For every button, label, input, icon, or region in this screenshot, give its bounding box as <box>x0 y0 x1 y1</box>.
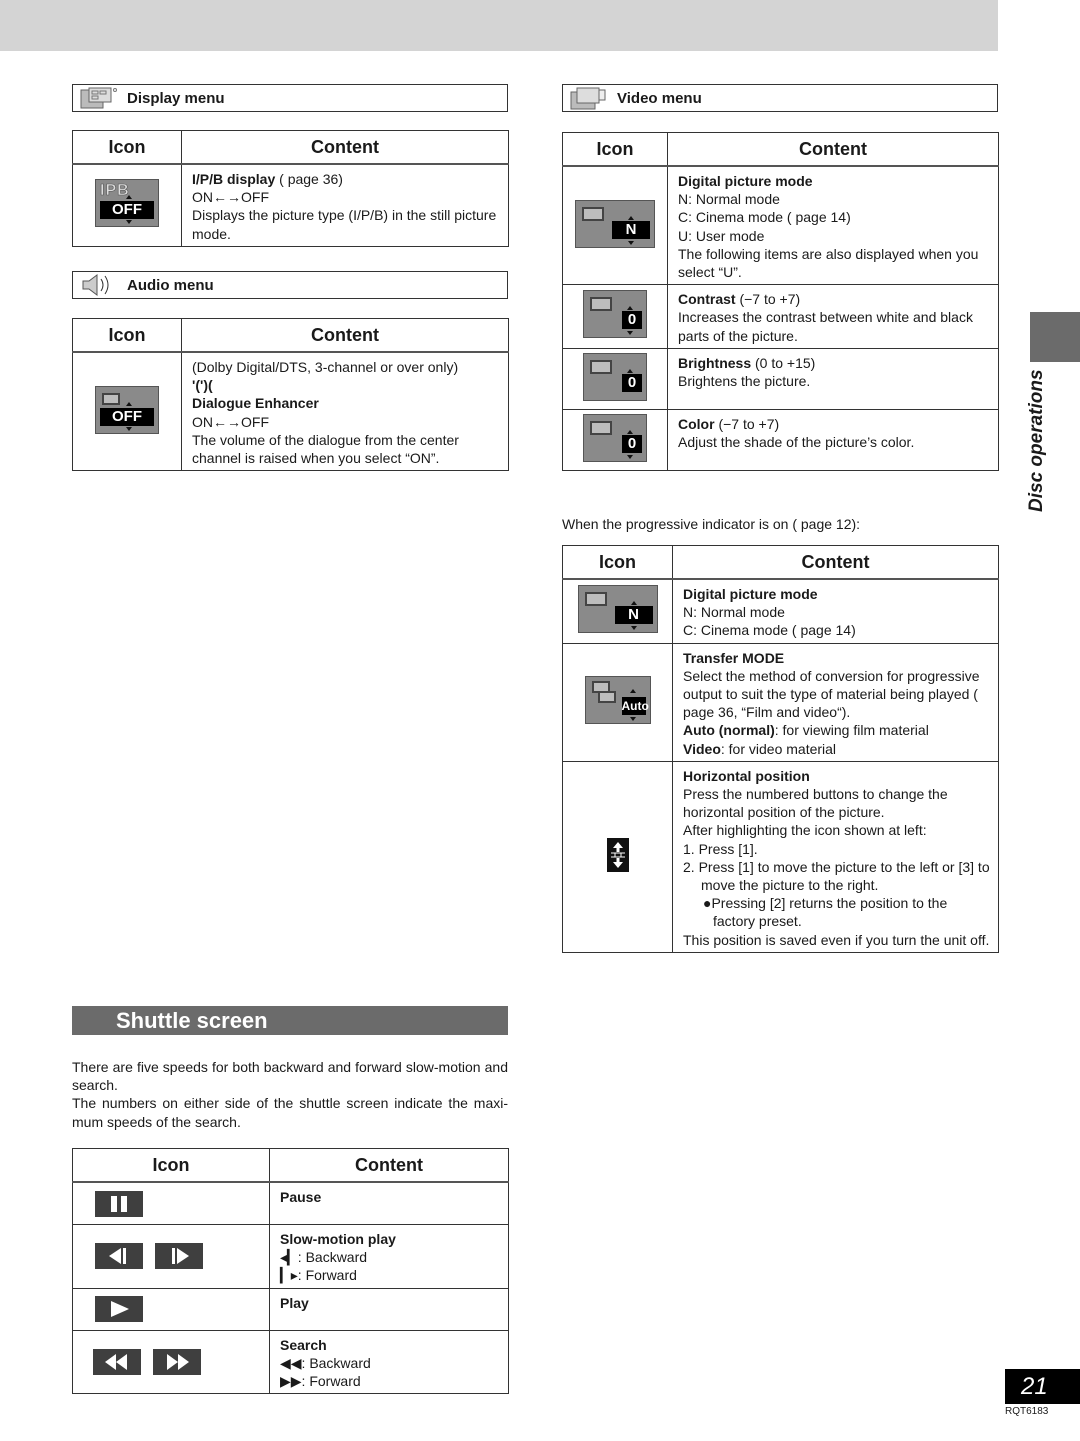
item-title: Pause <box>280 1189 322 1205</box>
table-row: OFF (Dolby Digital/DTS, 3-channel or ove… <box>72 351 509 472</box>
shuttle-table: Icon Content Pause Slow-motion play ◂▎: … <box>72 1148 509 1395</box>
audio-menu-title: Audio menu <box>127 276 214 294</box>
col-header-content: Content <box>181 318 509 353</box>
item-title: Play <box>280 1294 309 1311</box>
video-screens-icon <box>569 86 609 110</box>
col-header-content: Content <box>181 130 509 165</box>
item-title: Brightness <box>678 354 752 371</box>
fast-forward-icon <box>152 1348 201 1375</box>
table-row: Auto Transfer MODE Select the method of … <box>562 642 999 762</box>
display-menu-title: Display menu <box>127 89 225 107</box>
rewind-icon <box>93 1348 141 1375</box>
table-row: Slow-motion play ◂▎: Backward ▎▸: Forwar… <box>72 1224 509 1289</box>
table-row: IPB OFF I/P/B display ( page 36) ON←→OFF… <box>72 163 509 247</box>
shuttle-description: There are five speeds for both backward … <box>72 1059 508 1130</box>
top-header-bar <box>0 0 998 51</box>
color-osd-icon: 0 <box>583 413 647 462</box>
horizontal-position-icon <box>606 837 629 876</box>
slow-forward-icon <box>154 1243 203 1270</box>
table-row: 0 Brightness (0 to +15) Brightens the pi… <box>562 347 999 410</box>
brightness-osd-icon: 0 <box>583 352 647 401</box>
item-title: Digital picture mode <box>678 173 813 189</box>
col-header-icon: Icon <box>72 130 182 165</box>
item-title: Contrast <box>678 291 736 308</box>
item-title: Color <box>678 415 715 432</box>
video-menu-table: Icon Content N Digital picture mode N: N… <box>562 132 999 471</box>
video-menu-title: Video menu <box>617 89 702 107</box>
table-row: N Digital picture mode N: Normal mode C:… <box>562 165 999 286</box>
table-row: N Digital picture mode N: Normal mode C:… <box>562 578 999 644</box>
display-menu-heading: Display menu <box>72 84 508 112</box>
slow-backward-icon <box>95 1243 143 1270</box>
audio-menu-table: Icon Content OFF (Dolby Digital/DTS, 3-c… <box>72 318 509 472</box>
table-row: 0 Contrast (−7 to +7) Increases the cont… <box>562 284 999 349</box>
col-header-icon: Icon <box>562 545 673 580</box>
display-screens-icon <box>79 86 119 110</box>
table-row: 0 Color (−7 to +7) Adjust the shade of t… <box>562 408 999 471</box>
item-title: Slow-motion play <box>280 1231 396 1247</box>
display-menu-table: Icon Content IPB OFF I/P/B display ( pag… <box>72 130 509 247</box>
item-title: Search <box>280 1336 327 1353</box>
col-header-content: Content <box>667 132 999 167</box>
page-number: 21 <box>1005 1369 1080 1404</box>
table-row: Pause <box>72 1181 509 1225</box>
picture-mode-osd-icon: N <box>577 585 658 634</box>
item-title: I/P/B display <box>192 171 276 187</box>
col-header-icon: Icon <box>562 132 668 167</box>
table-row: Play <box>72 1287 509 1331</box>
item-title: Transfer MODE <box>683 649 785 666</box>
shuttle-screen-heading: Shuttle screen <box>72 1006 508 1035</box>
audio-menu-heading: Audio menu <box>72 271 508 299</box>
video-menu-heading: Video menu <box>562 84 998 112</box>
picture-mode-osd-icon: N <box>575 199 655 248</box>
section-tab-marker <box>1030 312 1080 362</box>
item-title: Horizontal position <box>683 767 810 784</box>
col-header-content: Content <box>269 1148 509 1183</box>
item-title: Digital picture mode <box>683 586 818 602</box>
pause-icon <box>95 1190 143 1217</box>
table-row: Search ◀◀: Backward ▶▶: Forward <box>72 1329 509 1395</box>
progressive-note: When the progressive indicator is on ( p… <box>562 516 861 532</box>
dialogue-enhancer-osd-icon: OFF <box>95 385 159 434</box>
table-row: Horizontal position Press the numbered b… <box>562 760 999 953</box>
document-id: RQT6183 <box>1005 1406 1049 1417</box>
item-title: Dialogue Enhancer <box>192 395 319 412</box>
ipb-osd-icon: IPB OFF <box>95 179 159 228</box>
speaker-icon <box>79 273 119 297</box>
transfer-mode-osd-icon: Auto <box>584 676 651 725</box>
col-header-content: Content <box>672 545 999 580</box>
col-header-icon: Icon <box>72 318 182 353</box>
contrast-osd-icon: 0 <box>583 290 647 339</box>
progressive-table: Icon Content N Digital picture mode N: N… <box>562 545 999 953</box>
play-icon <box>95 1296 143 1323</box>
col-header-icon: Icon <box>72 1148 270 1183</box>
section-label: Disc operations <box>1026 369 1047 512</box>
